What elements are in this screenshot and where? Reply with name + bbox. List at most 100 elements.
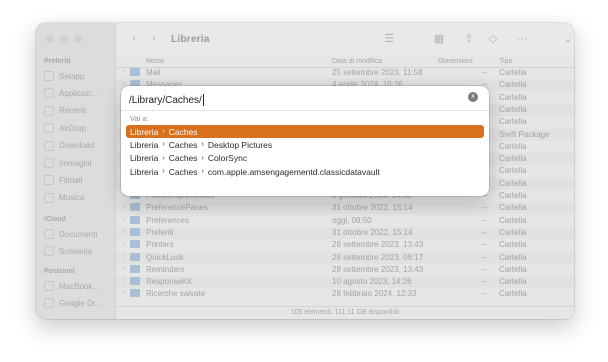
sidebar-item-icon	[44, 175, 54, 186]
disclosure-chevron-icon[interactable]: ›	[123, 68, 125, 75]
minimize-window-button[interactable]	[60, 35, 68, 43]
chevron-right-icon: ›	[162, 141, 165, 149]
path-segment: Libreria	[130, 166, 159, 177]
chevron-down-icon[interactable]: ⌄	[562, 31, 574, 45]
table-row[interactable]: › QuickLook 28 settembre 2023, 09:17 -- Cart…	[116, 251, 574, 264]
cell-kind: Swift Package	[499, 129, 550, 139]
close-window-button[interactable]	[46, 35, 54, 43]
cell-kind: Cartella	[499, 68, 527, 77]
sidebar-item[interactable]: Scrivania	[44, 244, 112, 258]
cell-size: --	[482, 203, 488, 213]
folder-icon	[130, 264, 140, 273]
sidebar-item[interactable]: Google Dr...	[44, 296, 112, 310]
cell-name: Mail	[146, 68, 161, 77]
sidebar-item-label: AirDrop	[59, 123, 87, 133]
clear-icon[interactable]: x	[468, 92, 478, 102]
cell-date: 28 febbraio 2024, 12:33	[332, 289, 417, 299]
cell-kind: Cartella	[499, 277, 527, 287]
sidebar-item-label: MacBook...	[59, 281, 100, 291]
cell-date: 31 ottobre 2022, 15:14	[332, 203, 413, 213]
table-row[interactable]: › PreferencePanes 31 ottobre 2022, 15:14 --…	[116, 202, 574, 215]
toolbar: ‹ › Libreria ☰ ▦ ⇪ ◇ ⋯ ⌄ ⌕	[116, 23, 574, 55]
sidebar-item[interactable]: Recenti	[44, 104, 112, 118]
sidebar-item[interactable]: Immagini	[44, 156, 112, 170]
column-name[interactable]: Nome	[146, 58, 165, 65]
sidebar-item-icon	[44, 105, 54, 116]
column-date[interactable]: Data di modifica	[332, 58, 382, 65]
sidebar-item[interactable]: MacBook...	[44, 279, 112, 293]
folder-icon	[130, 289, 140, 298]
sidebar-item-label: Documenti	[59, 229, 98, 239]
sidebar-item[interactable]: Setapp	[44, 69, 112, 83]
sidebar-section-label: iCloud	[44, 216, 66, 223]
list-view-icon[interactable]: ☰	[378, 31, 400, 45]
table-row[interactable]: › ResponseKit 10 agosto 2023, 14:26 -- Carte…	[116, 276, 574, 289]
cell-size: --	[482, 240, 488, 250]
cell-date: 28 settembre 2023, 09:17	[332, 252, 424, 262]
column-kind[interactable]: Tipo	[499, 58, 512, 65]
sidebar-item-icon	[44, 158, 54, 168]
folder-icon	[130, 277, 140, 286]
cell-kind: Cartella	[499, 289, 527, 299]
chevron-right-icon: ›	[201, 141, 204, 149]
column-size[interactable]: Dimensioni	[438, 58, 473, 65]
table-row[interactable]: › Mail 25 settembre 2023, 11:58 -- Cartella	[116, 68, 574, 79]
folder-icon	[130, 227, 140, 236]
cell-kind: Cartella	[499, 240, 527, 250]
table-row[interactable]: › Preferences oggi, 09:50 -- Cartella	[116, 215, 574, 227]
zoom-window-button[interactable]	[74, 35, 82, 43]
cell-kind: Cartella	[499, 264, 527, 274]
path-suggestion[interactable]: Libreria › Caches	[126, 125, 484, 138]
forward-icon[interactable]: ›	[148, 31, 160, 45]
disclosure-chevron-icon[interactable]: ›	[123, 216, 125, 223]
table-row[interactable]: › Preferiti 31 ottobre 2022, 15:14 -- Cartel…	[116, 226, 574, 239]
path-segment: Libreria	[130, 153, 159, 164]
tag-icon[interactable]: ◇	[486, 31, 500, 45]
cell-size: --	[482, 252, 488, 262]
cell-kind: Cartella	[499, 203, 527, 213]
sidebar-item[interactable]: Applicazi...	[44, 86, 112, 100]
sidebar-item[interactable]: AirDrop	[44, 121, 112, 135]
sidebar-item-icon	[44, 71, 54, 81]
cell-kind: Cartella	[499, 191, 527, 200]
disclosure-chevron-icon[interactable]: ›	[123, 228, 125, 235]
table-row[interactable]: › Printers 28 settembre 2023, 13:43 -- Carte…	[116, 239, 574, 251]
disclosure-chevron-icon[interactable]: ›	[123, 265, 125, 272]
disclosure-chevron-icon[interactable]: ›	[123, 203, 125, 210]
more-icon[interactable]: ⋯	[512, 31, 532, 45]
go-to-folder-panel: /Library/Caches/ x Vai a: Libreria › Cache…	[121, 86, 489, 196]
disclosure-chevron-icon[interactable]: ›	[123, 253, 125, 260]
cell-name: Printers	[146, 240, 174, 250]
cell-name: Preferiti	[146, 227, 174, 237]
path-suggestion[interactable]: Libreria › Caches › com.apple.amsengagementd…	[126, 165, 484, 178]
window-title: Libreria	[171, 33, 210, 45]
group-icon[interactable]: ▦	[428, 31, 450, 45]
path-suggestion[interactable]: Libreria › Caches › ColorSync	[126, 152, 484, 165]
sidebar-section-label: Preferiti	[44, 58, 71, 65]
path-segment: Caches	[168, 139, 198, 150]
cell-kind: Cartella	[499, 252, 527, 262]
sidebar-item[interactable]: Musica	[44, 191, 112, 205]
sidebar-item[interactable]: Download	[44, 139, 112, 153]
share-icon[interactable]: ⇪	[462, 31, 476, 45]
sidebar-item[interactable]: Filmati	[44, 173, 112, 187]
back-icon[interactable]: ‹	[128, 31, 140, 45]
folder-icon	[130, 215, 140, 224]
sidebar-item-icon	[44, 229, 54, 239]
chevron-right-icon: ›	[162, 168, 165, 176]
cell-date: 25 settembre 2023, 11:58	[332, 68, 423, 77]
sidebar-item-icon	[44, 88, 54, 99]
table-row[interactable]: › Ricerche salvate 28 febbraio 2024, 12:33…	[116, 288, 574, 300]
disclosure-chevron-icon[interactable]: ›	[123, 277, 125, 284]
path-suggestion[interactable]: Libreria › Caches › Desktop Pictures	[126, 138, 484, 151]
path-segment: Caches	[168, 166, 198, 177]
disclosure-chevron-icon[interactable]: ›	[123, 240, 125, 247]
disclosure-chevron-icon[interactable]: ›	[123, 289, 125, 296]
table-row[interactable]: › Reminders 28 settembre 2023, 13:43 -- Cart…	[116, 264, 574, 276]
cell-kind: Cartella	[499, 178, 527, 188]
sidebar-item-icon	[44, 281, 54, 291]
cell-name: QuickLook	[146, 252, 184, 262]
sidebar-item[interactable]: Documenti	[44, 227, 112, 241]
status-bar: 105 elementi, 111,11 GB disponibili	[116, 306, 574, 319]
path-input[interactable]: /Library/Caches/	[129, 90, 481, 110]
